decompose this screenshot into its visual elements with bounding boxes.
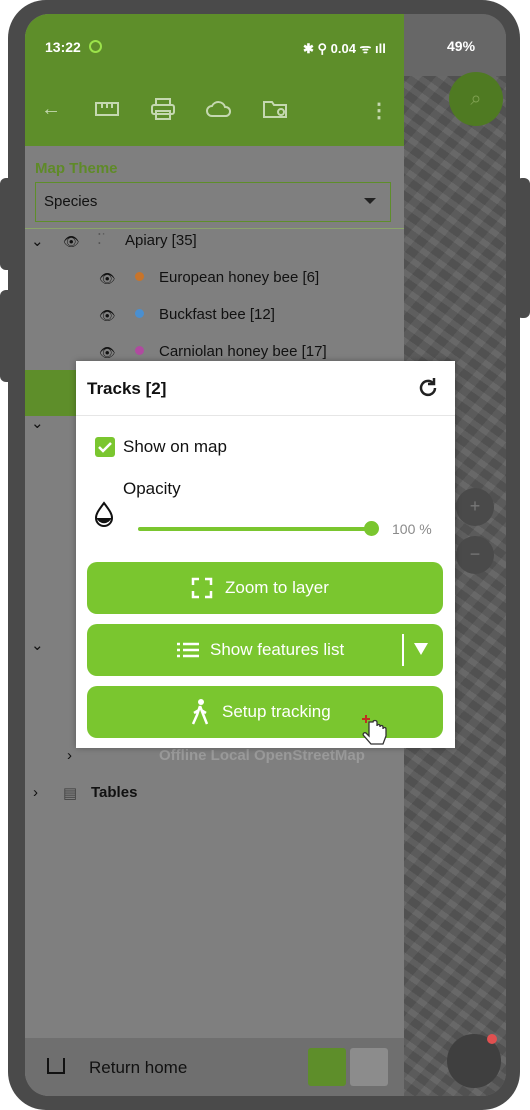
eye-icon[interactable]: 👁 — [99, 271, 116, 287]
layer-options-dialog: Tracks [2] Show on map Opacity 100 % Zoo… — [76, 361, 455, 748]
show-features-list-button[interactable]: Show features list — [87, 624, 443, 676]
eye-icon[interactable]: 👁 — [99, 308, 116, 324]
fullscreen-icon — [191, 577, 213, 599]
status-time: 13:22 — [45, 39, 81, 55]
walking-person-icon — [191, 699, 209, 725]
ruler-icon[interactable] — [95, 102, 119, 116]
expand-chevron-icon[interactable]: ⌄ — [31, 636, 44, 654]
divider — [25, 228, 404, 229]
cloud-icon[interactable] — [205, 100, 233, 118]
opacity-drop-icon — [94, 501, 114, 527]
opacity-slider-track[interactable] — [138, 527, 372, 531]
zoom-to-layer-button[interactable]: Zoom to layer — [87, 562, 443, 614]
point-layer-icon: ⁚˙ — [97, 231, 107, 248]
opacity-label: Opacity — [123, 479, 181, 498]
dropdown-arrow-icon[interactable] — [414, 643, 428, 655]
layer-buckfast-bee[interactable]: Buckfast bee [12] — [159, 306, 275, 323]
toolbar: ← ⋮ — [25, 76, 404, 146]
eye-icon[interactable]: 👁 — [63, 234, 80, 250]
hand-pointer-icon — [362, 715, 387, 745]
eye-icon[interactable]: 👁 — [99, 345, 116, 361]
show-on-map-checkbox[interactable] — [95, 437, 115, 457]
show-on-map-label[interactable]: Show on map — [123, 437, 227, 457]
status-system-icons: ✱ ⚲ 0.04 ᯤ ıll — [303, 41, 386, 56]
setup-tracking-label: Setup tracking — [222, 702, 331, 721]
split-divider — [402, 634, 404, 666]
table-icon: ▤ — [63, 785, 78, 802]
opacity-slider-thumb[interactable] — [364, 521, 379, 536]
zoom-in-button[interactable]: + — [456, 488, 494, 526]
return-home-label[interactable]: Return home — [89, 1058, 187, 1078]
expand-chevron-icon[interactable]: ⌄ — [31, 414, 44, 432]
search-icon[interactable]: ⌕ — [449, 72, 503, 126]
zoom-out-button[interactable]: − — [456, 536, 494, 574]
show-features-list-label: Show features list — [210, 640, 345, 659]
opacity-value: 100 % — [392, 521, 432, 537]
collapse-chevron-icon[interactable]: › — [33, 784, 38, 801]
battery-level: 49% — [447, 38, 476, 54]
print-icon[interactable] — [151, 98, 175, 120]
expand-chevron-icon[interactable]: ⌄ — [31, 232, 44, 250]
dialog-title: Tracks [2] — [87, 379, 167, 398]
collapse-chevron-icon[interactable]: › — [67, 747, 72, 764]
folder-settings-icon[interactable] — [263, 99, 289, 119]
map-theme-value: Species — [44, 193, 98, 210]
back-arrow-icon[interactable]: ← — [41, 98, 61, 121]
carniolan-bee-dot — [135, 346, 144, 355]
home-icon[interactable] — [47, 1058, 65, 1074]
bottom-bar: Return home — [25, 1038, 404, 1096]
map-theme-label: Map Theme — [35, 160, 118, 177]
layer-european-honey-bee[interactable]: European honey bee [6] — [159, 269, 319, 286]
sync-ring-icon — [89, 40, 102, 53]
layer-apiary[interactable]: Apiary [35] — [125, 232, 197, 249]
european-bee-dot — [135, 272, 144, 281]
layer-carniolan-honey-bee[interactable]: Carniolan honey bee [17] — [159, 343, 327, 360]
map-mode-button[interactable] — [308, 1048, 346, 1086]
zoom-to-layer-label: Zoom to layer — [225, 578, 329, 597]
buckfast-bee-dot — [135, 309, 144, 318]
list-icon — [177, 642, 199, 658]
chevron-down-icon — [364, 198, 376, 204]
layer-offline-osm[interactable]: Offline Local OpenStreetMap — [159, 747, 365, 764]
refresh-icon[interactable] — [416, 376, 440, 400]
tables-group[interactable]: Tables — [91, 784, 137, 801]
gps-status-dot — [487, 1034, 497, 1044]
dialog-divider — [76, 415, 455, 416]
map-theme-select[interactable]: Species — [35, 182, 391, 222]
edit-pencil-button[interactable] — [350, 1048, 388, 1086]
more-vert-icon[interactable]: ⋮ — [369, 98, 389, 123]
